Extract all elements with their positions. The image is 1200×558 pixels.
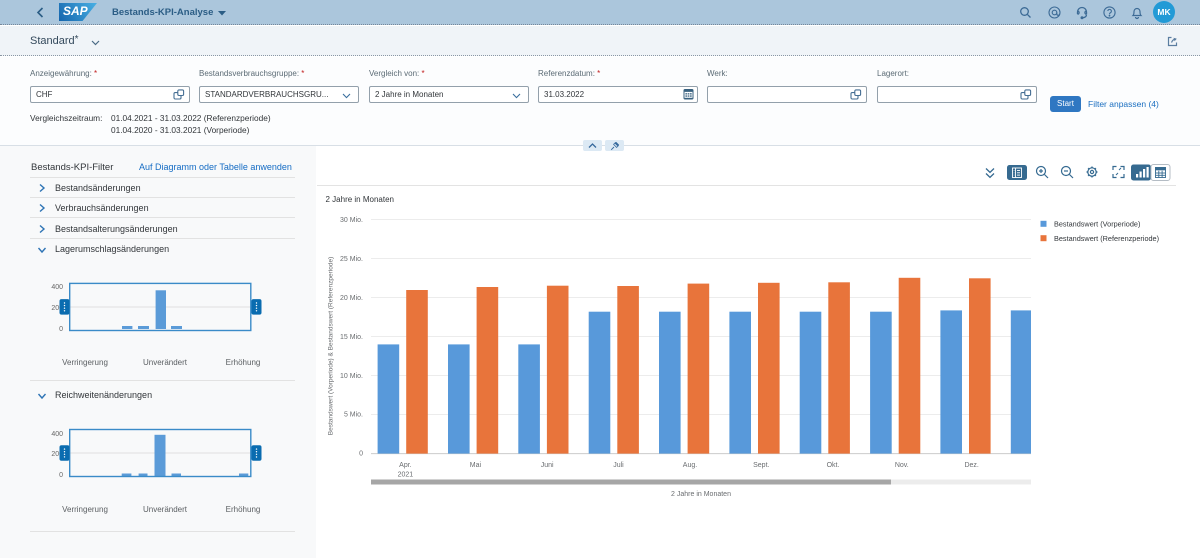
svg-text:5 Mio.: 5 Mio. bbox=[344, 412, 363, 419]
svg-text:Unverändert: Unverändert bbox=[143, 358, 188, 367]
svg-text:0: 0 bbox=[59, 326, 63, 333]
svg-text:Dez.: Dez. bbox=[964, 462, 978, 469]
svg-text:20 Mio.: 20 Mio. bbox=[340, 295, 363, 302]
svg-text:Nov.: Nov. bbox=[895, 462, 909, 469]
svg-text:0: 0 bbox=[59, 472, 63, 479]
svg-text:10 Mio.: 10 Mio. bbox=[340, 373, 363, 380]
svg-text:400: 400 bbox=[51, 284, 63, 291]
svg-text:400: 400 bbox=[51, 431, 63, 438]
svg-text:25 Mio.: 25 Mio. bbox=[340, 256, 363, 263]
svg-text:Bestandswert (Vorperiode) & Be: Bestandswert (Vorperiode) & Bestandswert… bbox=[328, 257, 335, 435]
svg-text:Juni: Juni bbox=[541, 462, 554, 469]
svg-text:0: 0 bbox=[359, 451, 363, 458]
svg-text:Bestandswert (Vorperiode): Bestandswert (Vorperiode) bbox=[1054, 220, 1140, 229]
svg-text:2021: 2021 bbox=[398, 472, 414, 479]
svg-text:Apr.: Apr. bbox=[399, 462, 412, 469]
svg-text:Erhöhung: Erhöhung bbox=[226, 505, 261, 514]
svg-text:Unverändert: Unverändert bbox=[143, 505, 188, 514]
svg-text:Verringerung: Verringerung bbox=[62, 505, 108, 514]
svg-text:Sept.: Sept. bbox=[753, 462, 769, 469]
svg-text:Aug.: Aug. bbox=[683, 462, 697, 469]
svg-text:2 Jahre in Monaten: 2 Jahre in Monaten bbox=[671, 491, 731, 498]
svg-text:2 Jahre in Monaten: 2 Jahre in Monaten bbox=[326, 195, 395, 204]
svg-text:30 Mio.: 30 Mio. bbox=[340, 217, 363, 224]
svg-text:15 Mio.: 15 Mio. bbox=[340, 334, 363, 341]
svg-text:Bestandswert (Referenzperiode): Bestandswert (Referenzperiode) bbox=[1054, 234, 1159, 243]
svg-text:Erhöhung: Erhöhung bbox=[226, 358, 261, 367]
svg-text:Juli: Juli bbox=[613, 462, 624, 469]
svg-text:Okt.: Okt. bbox=[827, 462, 840, 469]
svg-text:Verringerung: Verringerung bbox=[62, 358, 108, 367]
svg-text:Mai: Mai bbox=[470, 462, 482, 469]
